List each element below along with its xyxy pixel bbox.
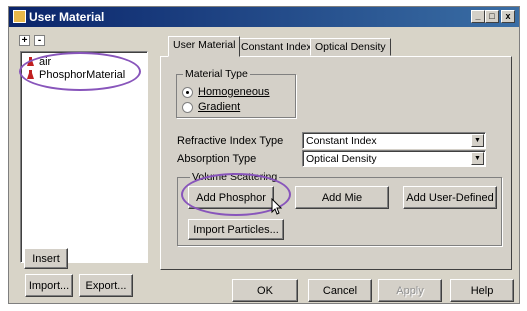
tab-optical-density[interactable]: Optical Density (310, 38, 391, 56)
app-icon (13, 10, 26, 23)
maximize-button[interactable]: □ (485, 10, 499, 23)
window-title: User Material (29, 10, 105, 24)
help-button[interactable]: Help (450, 279, 514, 302)
tab-constant-index[interactable]: Constant Index (236, 38, 317, 56)
chevron-down-icon[interactable]: ▼ (471, 134, 484, 147)
collapse-all-button[interactable]: - (34, 35, 45, 46)
cancel-button[interactable]: Cancel (308, 279, 372, 302)
mouse-cursor-icon (271, 198, 283, 215)
add-mie-button[interactable]: Add Mie (295, 186, 389, 209)
refractive-index-type-select[interactable]: Constant Index ▼ (302, 132, 486, 149)
radio-gradient[interactable]: Gradient (182, 101, 262, 114)
tab-user-material[interactable]: User Material (168, 36, 241, 57)
ok-button[interactable]: OK (232, 279, 298, 302)
absorption-type-label: Absorption Type (177, 153, 257, 165)
radio-homogeneous[interactable]: Homogeneous (182, 86, 282, 99)
radio-label: Gradient (198, 101, 241, 113)
material-type-label: Material Type (183, 68, 250, 80)
radio-button[interactable] (182, 102, 193, 113)
import-button[interactable]: Import... (25, 274, 73, 297)
expand-all-button[interactable]: + (19, 35, 30, 46)
select-value: Optical Density (306, 153, 377, 165)
export-button[interactable]: Export... (79, 274, 133, 297)
apply-button: Apply (378, 279, 442, 302)
title-bar[interactable]: User Material _ □ x (9, 7, 519, 27)
insert-button[interactable]: Insert (24, 248, 68, 269)
radio-button[interactable] (182, 87, 193, 98)
radio-label: Homogeneous (198, 86, 270, 98)
chevron-down-icon[interactable]: ▼ (471, 152, 484, 165)
highlight-oval (19, 52, 141, 91)
import-particles-button[interactable]: Import Particles... (188, 219, 284, 240)
absorption-type-select[interactable]: Optical Density ▼ (302, 150, 486, 167)
close-button[interactable]: x (501, 10, 515, 23)
select-value: Constant Index (306, 135, 377, 147)
add-user-defined-button[interactable]: Add User-Defined (403, 186, 497, 209)
material-list-panel: + - air PhosphorMaterial (16, 31, 153, 269)
refractive-index-type-label: Refractive Index Type (177, 135, 284, 147)
minimize-button[interactable]: _ (471, 10, 485, 23)
